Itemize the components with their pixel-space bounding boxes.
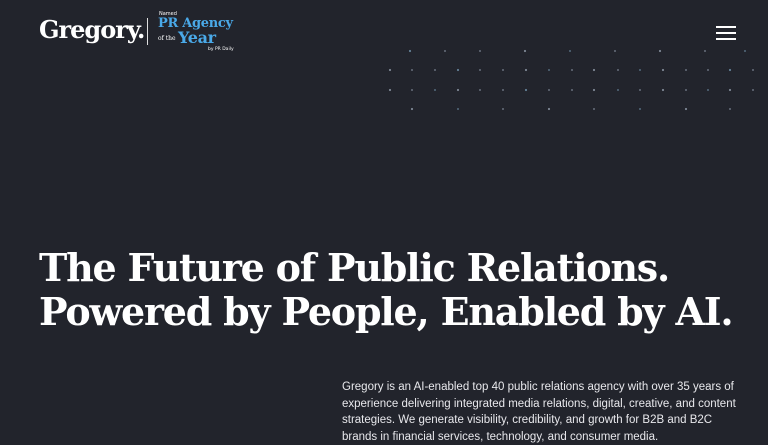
pattern-dot [457,108,459,110]
pattern-dot [684,107,688,111]
pattern-dot [523,49,527,53]
pattern-dot [411,89,413,91]
pattern-dot [728,68,732,72]
pattern-dot [744,50,746,52]
pattern-dot [388,68,392,72]
pattern-dot [547,107,551,111]
pattern-dot [479,89,481,91]
pattern-dot [502,108,504,110]
menu-line-top [716,26,736,28]
pattern-dot [410,107,414,111]
pattern-dot [434,89,436,91]
pattern-dot [752,69,754,71]
pattern-dot [661,88,665,92]
pattern-dot [752,89,754,91]
pattern-dot [524,88,528,92]
pattern-dot [502,89,504,91]
pattern-dot [707,89,709,91]
pattern-dot [444,50,446,52]
pattern-dot [639,89,641,91]
decorative-dot-pattern [388,49,754,111]
pattern-dot [593,108,595,110]
pattern-dot [617,89,619,91]
intro-paragraph: Gregory is an AI-enabled top 40 public r… [342,381,736,443]
menu-line-middle [716,32,736,34]
gregory-logo[interactable]: Gregory. [39,15,145,44]
pattern-dot [456,68,460,72]
pattern-dot [571,69,573,71]
pattern-dot [661,68,665,72]
logo-divider [147,18,148,45]
pattern-dot [685,89,687,91]
pattern-dot [479,69,481,71]
pattern-dot [728,88,732,92]
pattern-dot [479,50,481,52]
pattern-dot [548,69,550,71]
pattern-dot [411,69,413,71]
pattern-dot [434,69,436,71]
pattern-dot [569,50,571,52]
pattern-dot [592,68,596,72]
hero-line-2: Powered by People, Enabled by AI. [39,289,734,334]
pattern-dot [707,69,709,71]
award-by-label: by PR Daily [208,47,234,52]
pattern-dot [614,50,616,52]
pr-agency-of-the-year-badge: Named PR Agency of the Year by PR Daily [158,11,242,55]
pattern-dot [502,69,504,71]
pattern-dot [388,88,392,92]
hamburger-menu-icon[interactable] [716,24,738,40]
pattern-dot [524,68,528,72]
hero-headline: The Future of Public Relations. Powered … [39,246,739,334]
pattern-dot [548,89,550,91]
pattern-dot [617,69,619,71]
pattern-dot [729,108,731,110]
hero-line-1: The Future of Public Relations. [39,245,670,290]
pattern-dot [658,49,662,53]
award-year-label: Year [178,28,216,47]
pattern-dot [592,88,596,92]
pattern-dot [571,89,573,91]
pattern-dot [408,49,412,53]
pattern-dot [704,50,706,52]
pattern-dot [639,69,641,71]
pattern-dot [639,108,641,110]
award-of-the-label: of the [158,35,176,42]
pattern-dot [685,69,687,71]
pattern-dot [456,88,460,92]
